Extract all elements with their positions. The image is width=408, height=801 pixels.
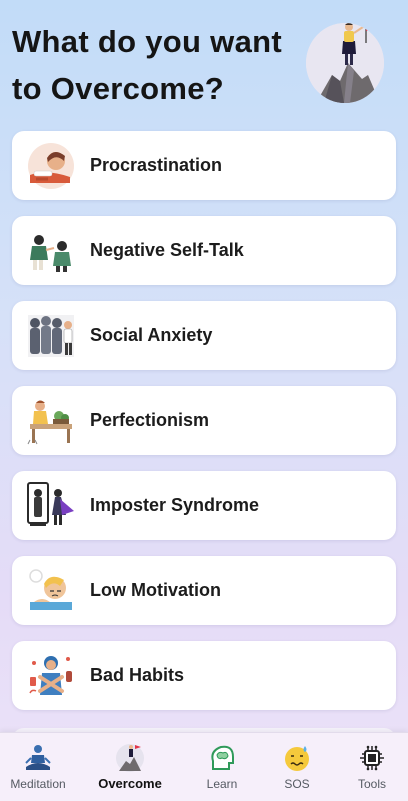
nav-item-meditation[interactable]: Meditation: [0, 733, 76, 801]
bottom-navigation: Meditation Overcome Learn SOS Tools: [0, 732, 408, 801]
topic-card-perfectionism[interactable]: Perfectionism: [12, 386, 396, 455]
nav-label: SOS: [284, 777, 310, 791]
page-title: What do you want to Overcome?: [12, 24, 282, 106]
topic-card-procrastination[interactable]: Procrastination: [12, 131, 396, 200]
topic-label: Perfectionism: [90, 410, 210, 430]
topic-card-imposter-syndrome[interactable]: Imposter Syndrome: [12, 471, 396, 540]
nav-label: Meditation: [10, 777, 66, 791]
nav-label: Tools: [357, 777, 386, 791]
overcome-icon: [115, 743, 145, 773]
header: What do you want to Overcome?: [0, 0, 408, 120]
topic-label: Bad Habits: [90, 665, 185, 685]
tired-person-icon: [26, 566, 76, 616]
sleeping-person-icon: [26, 141, 76, 191]
nav-item-sos[interactable]: SOS: [262, 733, 332, 801]
ai-chip-icon: [357, 743, 387, 773]
topic-label: Procrastination: [90, 155, 223, 175]
anxious-face-icon: [282, 743, 312, 773]
topic-card-low-motivation[interactable]: Low Motivation: [12, 556, 396, 625]
topic-card-social-anxiety[interactable]: Social Anxiety: [12, 301, 396, 370]
nav-label: Learn: [206, 777, 238, 791]
refusing-person-icon: [26, 651, 76, 701]
nav-item-overcome[interactable]: Overcome: [90, 733, 170, 801]
nav-label: Overcome: [98, 776, 162, 791]
topic-label: Negative Self-Talk: [90, 240, 244, 260]
topic-label: Social Anxiety: [90, 325, 213, 345]
nav-item-learn[interactable]: Learn: [186, 733, 258, 801]
person-at-desk-icon: [26, 396, 76, 446]
brain-head-icon: [207, 743, 237, 773]
mirror-reflection-icon: [26, 481, 76, 531]
mountain-flag-illustration: [306, 23, 384, 103]
topic-list: Procrastination Negative Self-Talk Socia…: [12, 131, 396, 726]
topic-card-bad-habits[interactable]: Bad Habits: [12, 641, 396, 710]
meditation-icon: [23, 743, 53, 773]
topic-card-negative-self-talk[interactable]: Negative Self-Talk: [12, 216, 396, 285]
arguing-people-icon: [26, 226, 76, 276]
nav-item-tools[interactable]: Tools: [336, 733, 408, 801]
topic-label: Low Motivation: [90, 580, 221, 600]
topic-label: Imposter Syndrome: [90, 495, 260, 515]
crowd-icon: [26, 311, 76, 361]
